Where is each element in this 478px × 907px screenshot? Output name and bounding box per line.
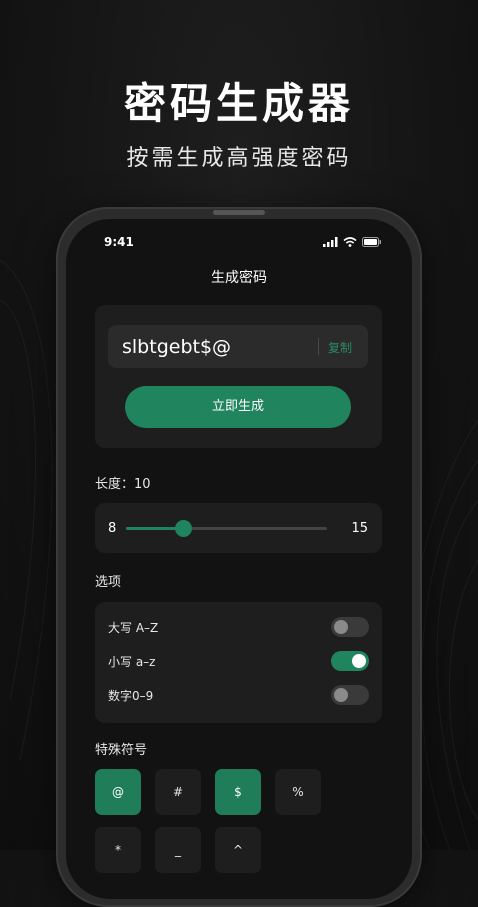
option-label: 大写 A–Z xyxy=(108,621,159,635)
slider-max: 15 xyxy=(351,521,368,536)
nav-title: 生成密码 xyxy=(211,270,267,286)
lowercase-toggle[interactable] xyxy=(331,651,369,671)
symbol-at-button[interactable]: @ xyxy=(95,769,141,815)
phone-frame: 9:41 生成密码 slbtgebt$@ 复制 立即生成 长度：10 8 15 … xyxy=(56,207,422,907)
toggle-knob xyxy=(334,620,348,634)
length-label: 长度：10 xyxy=(95,477,151,492)
symbol-asterisk-button[interactable]: * xyxy=(95,827,141,873)
length-slider-card: 8 15 xyxy=(95,503,382,553)
symbol-underscore-button[interactable]: _ xyxy=(155,827,201,873)
special-label: 特殊符号 xyxy=(95,743,148,758)
signal-icon xyxy=(323,237,338,247)
options-label: 选项 xyxy=(95,575,122,590)
option-label: 小写 a–z xyxy=(108,655,156,669)
option-lowercase: 小写 a–z xyxy=(108,647,369,675)
battery-icon xyxy=(362,237,381,247)
status-time: 9:41 xyxy=(104,235,134,249)
digits-toggle[interactable] xyxy=(331,685,369,705)
status-bar: 9:41 xyxy=(66,235,412,251)
divider xyxy=(318,338,319,355)
generator-card: slbtgebt$@ 复制 立即生成 xyxy=(95,305,382,448)
toggle-knob xyxy=(352,654,366,668)
slider-min: 8 xyxy=(108,521,117,536)
copy-button[interactable]: 复制 xyxy=(328,339,352,356)
symbol-caret-button[interactable]: ^ xyxy=(215,827,261,873)
options-card: 大写 A–Z 小写 a–z 数字0–9 xyxy=(95,602,382,723)
option-digits: 数字0–9 xyxy=(108,681,369,709)
symbol-hash-button[interactable]: # xyxy=(155,769,201,815)
phone-speaker xyxy=(213,210,265,215)
uppercase-toggle[interactable] xyxy=(331,617,369,637)
toggle-knob xyxy=(334,688,348,702)
generate-button[interactable]: 立即生成 xyxy=(125,386,351,428)
symbol-percent-button[interactable]: % xyxy=(275,769,321,815)
wifi-icon xyxy=(343,237,357,247)
password-text: slbtgebt$@ xyxy=(122,336,232,358)
hero-title: 密码生成器 xyxy=(123,79,354,128)
option-uppercase: 大写 A–Z xyxy=(108,613,369,641)
option-label: 数字0–9 xyxy=(108,689,154,703)
length-slider[interactable] xyxy=(126,520,327,537)
symbol-dollar-button[interactable]: $ xyxy=(215,769,261,815)
password-field[interactable]: slbtgebt$@ 复制 xyxy=(108,325,368,368)
status-icons xyxy=(323,237,382,247)
hero-subtitle: 按需生成高强度密码 xyxy=(126,146,352,171)
slider-thumb[interactable] xyxy=(175,520,193,537)
phone-screen: 9:41 生成密码 slbtgebt$@ 复制 立即生成 长度：10 8 15 … xyxy=(66,219,412,899)
